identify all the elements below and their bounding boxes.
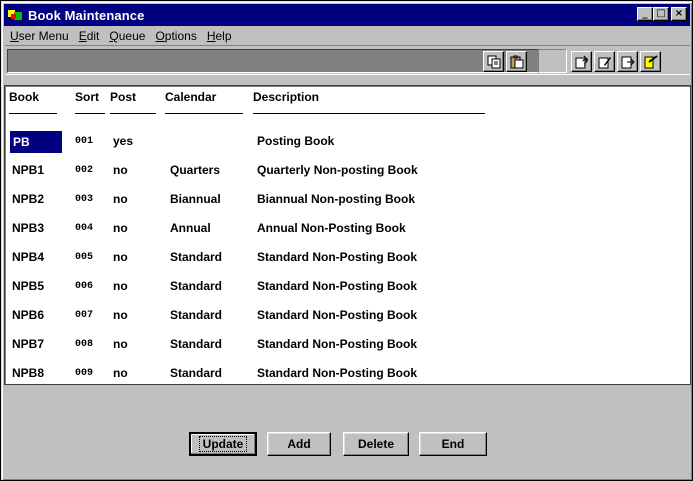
app-icon[interactable] bbox=[8, 8, 24, 22]
column-header-description: Description bbox=[253, 90, 320, 104]
sort-cell: 004 bbox=[75, 223, 94, 234]
calendar-cell: Standard bbox=[170, 308, 223, 322]
column-header-sort: Sort bbox=[75, 90, 99, 104]
column-header-post: Post bbox=[110, 90, 137, 104]
calendar-cell: Annual bbox=[170, 221, 211, 235]
sort-cell: 006 bbox=[75, 281, 94, 292]
table-row[interactable]: NPB5 006 no Standard Standard Non-Postin… bbox=[5, 276, 690, 298]
copy-button[interactable] bbox=[483, 51, 504, 72]
end-button[interactable]: End bbox=[419, 432, 487, 456]
title-bar[interactable]: Book Maintenance _ □ × bbox=[4, 4, 690, 26]
toolbar-status-field bbox=[7, 49, 542, 73]
menu-user-menu[interactable]: User Menu bbox=[5, 29, 74, 43]
post-cell: no bbox=[113, 308, 128, 322]
book-cell-selected[interactable]: PB bbox=[10, 131, 62, 153]
description-cell: Biannual Non-posting Book bbox=[257, 192, 415, 206]
table-row[interactable]: NPB3 004 no Annual Annual Non-Posting Bo… bbox=[5, 218, 690, 240]
book-maintenance-window: Book Maintenance _ □ × User Menu Edit Qu… bbox=[0, 0, 693, 481]
header-underline bbox=[9, 113, 57, 114]
delete-button[interactable]: Delete bbox=[343, 432, 409, 456]
book-cell[interactable]: NPB5 bbox=[12, 279, 44, 293]
calendar-cell: Standard bbox=[170, 366, 223, 380]
toolbar: ? bbox=[5, 45, 690, 75]
calendar-cell: Standard bbox=[170, 337, 223, 351]
book-cell[interactable]: NPB7 bbox=[12, 337, 44, 351]
calendar-cell: Quarters bbox=[170, 163, 221, 177]
sort-cell: 005 bbox=[75, 252, 94, 263]
table-row[interactable]: NPB2 003 no Biannual Biannual Non-postin… bbox=[5, 189, 690, 211]
description-cell: Standard Non-Posting Book bbox=[257, 250, 417, 264]
menu-help[interactable]: Help bbox=[202, 29, 237, 43]
header-underline bbox=[253, 113, 485, 114]
exit-icon bbox=[644, 54, 658, 68]
paste-button[interactable] bbox=[506, 51, 527, 72]
column-header-calendar: Calendar bbox=[165, 90, 217, 104]
close-button[interactable]: × bbox=[671, 7, 687, 21]
header-underline bbox=[75, 113, 105, 114]
description-cell: Annual Non-Posting Book bbox=[257, 221, 406, 235]
book-cell[interactable]: NPB8 bbox=[12, 366, 44, 380]
description-cell: Quarterly Non-posting Book bbox=[257, 163, 418, 177]
query-button[interactable]: ? bbox=[571, 51, 592, 72]
table-row[interactable]: NPB8 009 no Standard Standard Non-Postin… bbox=[5, 363, 690, 385]
table-row[interactable]: NPB6 007 no Standard Standard Non-Postin… bbox=[5, 305, 690, 327]
book-cell[interactable]: NPB1 bbox=[12, 163, 44, 177]
description-cell: Posting Book bbox=[257, 134, 335, 148]
edit-query-button[interactable] bbox=[594, 51, 615, 72]
description-cell: Standard Non-Posting Book bbox=[257, 366, 417, 380]
minimize-button[interactable]: _ bbox=[637, 7, 653, 21]
book-cell[interactable]: NPB6 bbox=[12, 308, 44, 322]
post-cell: no bbox=[113, 337, 128, 351]
update-button-label: Update bbox=[198, 436, 248, 452]
action-buttons: Update Add Delete End bbox=[1, 432, 693, 456]
sort-cell: 007 bbox=[75, 310, 94, 321]
header-underline bbox=[110, 113, 156, 114]
edit-query-icon bbox=[598, 56, 611, 68]
table-row[interactable]: PB 001 yes Posting Book bbox=[5, 131, 690, 153]
window-title: Book Maintenance bbox=[28, 7, 145, 23]
menu-edit[interactable]: Edit bbox=[74, 29, 105, 43]
post-cell: no bbox=[113, 221, 128, 235]
exit-button[interactable] bbox=[640, 51, 661, 72]
sort-cell: 001 bbox=[75, 136, 94, 147]
sort-cell: 003 bbox=[75, 194, 94, 205]
sort-cell: 009 bbox=[75, 368, 94, 379]
book-grid: Book Sort Post Calendar Description PB 0… bbox=[4, 85, 691, 385]
description-cell: Standard Non-Posting Book bbox=[257, 279, 417, 293]
post-cell: no bbox=[113, 366, 128, 380]
query-icon: ? bbox=[575, 55, 588, 69]
export-button[interactable] bbox=[617, 51, 638, 72]
paste-icon bbox=[510, 55, 523, 68]
menu-bar: User Menu Edit Queue Options Help bbox=[5, 27, 237, 45]
update-button[interactable]: Update bbox=[189, 432, 257, 456]
table-row[interactable]: NPB1 002 no Quarters Quarterly Non-posti… bbox=[5, 160, 690, 182]
post-cell: yes bbox=[113, 134, 134, 148]
table-row[interactable]: NPB7 008 no Standard Standard Non-Postin… bbox=[5, 334, 690, 356]
description-cell: Standard Non-Posting Book bbox=[257, 337, 417, 351]
post-cell: no bbox=[113, 279, 128, 293]
post-cell: no bbox=[113, 250, 128, 264]
book-cell[interactable]: NPB3 bbox=[12, 221, 44, 235]
book-cell[interactable]: NPB4 bbox=[12, 250, 44, 264]
book-cell[interactable]: NPB2 bbox=[12, 192, 44, 206]
post-cell: no bbox=[113, 163, 128, 177]
table-row[interactable]: NPB4 005 no Standard Standard Non-Postin… bbox=[5, 247, 690, 269]
calendar-cell: Standard bbox=[170, 250, 223, 264]
post-cell: no bbox=[113, 192, 128, 206]
copy-icon bbox=[487, 55, 500, 68]
toolbar-separator bbox=[538, 49, 567, 73]
sort-cell: 008 bbox=[75, 339, 94, 350]
menu-queue[interactable]: Queue bbox=[104, 29, 150, 43]
calendar-cell: Biannual bbox=[170, 192, 221, 206]
column-header-book: Book bbox=[9, 90, 39, 104]
maximize-button[interactable]: □ bbox=[653, 7, 669, 21]
calendar-cell: Standard bbox=[170, 279, 223, 293]
header-underline bbox=[165, 113, 243, 114]
menu-options[interactable]: Options bbox=[150, 29, 201, 43]
sort-cell: 002 bbox=[75, 165, 94, 176]
add-button[interactable]: Add bbox=[267, 432, 331, 456]
description-cell: Standard Non-Posting Book bbox=[257, 308, 417, 322]
export-icon bbox=[621, 56, 635, 68]
